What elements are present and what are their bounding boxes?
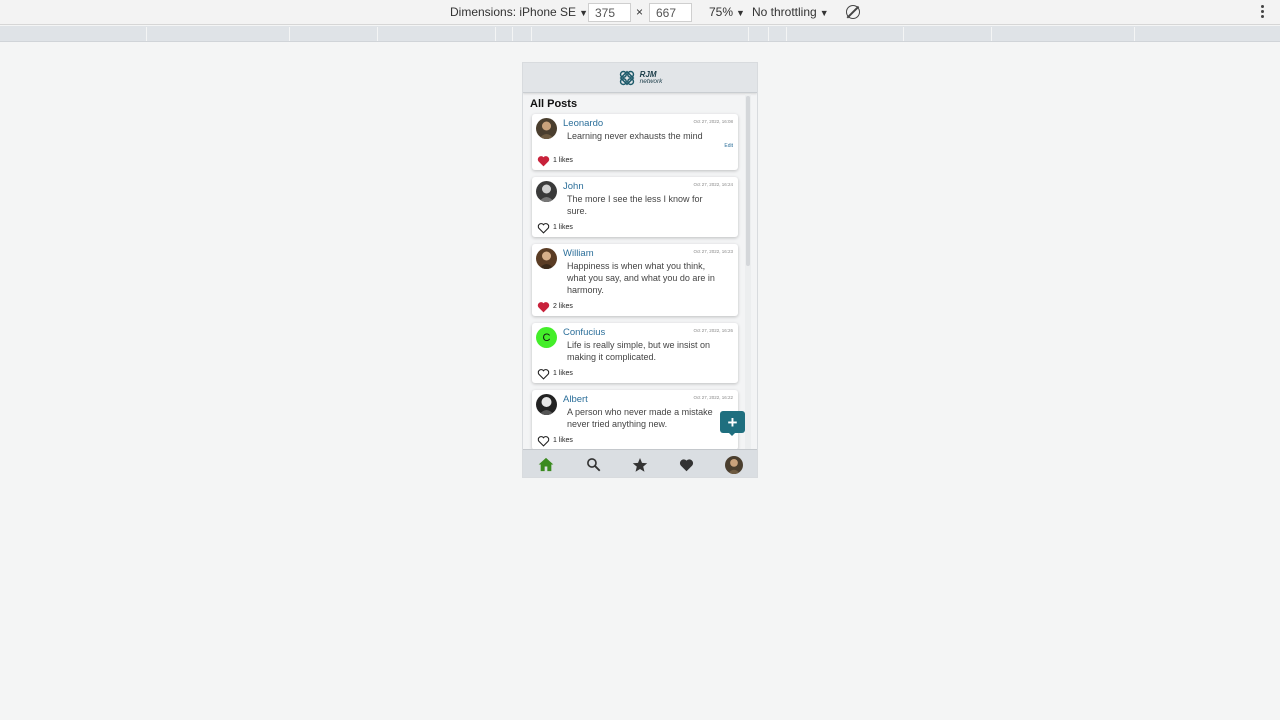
heart-icon — [680, 458, 694, 471]
feed-scrollbar[interactable] — [745, 94, 751, 449]
logo-text: RJM network — [639, 69, 663, 85]
post-text: Happiness is when what you think, what y… — [567, 261, 715, 295]
likes-row: 2 likes — [537, 300, 733, 313]
post-card: John Oct 27, 2022, 16:24 The more I see … — [532, 177, 738, 237]
post-date: Oct 27, 2022, 16:08 — [693, 119, 733, 124]
post-text: A person who never made a mistake never … — [567, 407, 713, 429]
more-options-icon[interactable] — [1261, 5, 1264, 20]
caret-down-icon: ▼ — [736, 8, 745, 18]
throttling-selector[interactable]: No throttling ▼ — [752, 5, 829, 19]
media-query-bar[interactable] — [0, 26, 1280, 42]
times-sign: × — [636, 5, 644, 19]
zoom-selector[interactable]: 75% ▼ — [709, 5, 745, 19]
logo-line1: RJM — [639, 69, 657, 79]
avatar[interactable] — [536, 181, 557, 202]
heart-outline-icon[interactable] — [537, 368, 550, 380]
nav-favorites[interactable] — [628, 453, 652, 477]
likes-row: 1 likes — [537, 154, 733, 167]
device-viewport: RJM network All Posts Leonardo Oct 27, 2… — [522, 62, 758, 478]
star-icon — [632, 457, 648, 472]
edit-link[interactable]: Edit — [537, 143, 733, 150]
likes-count: 1 likes — [553, 370, 573, 377]
nav-home[interactable] — [534, 453, 558, 477]
profile-avatar — [724, 455, 743, 474]
device-selector[interactable]: Dimensions: iPhone SE ▼ — [450, 5, 588, 19]
throttling-label: No throttling — [752, 5, 817, 19]
logo-line2: network — [639, 77, 663, 85]
network-logo-icon — [619, 70, 634, 85]
post-card: Leonardo Oct 27, 2022, 16:08 Learning ne… — [532, 114, 738, 170]
heart-outline-icon[interactable] — [537, 222, 550, 234]
plus-icon: + — [727, 412, 738, 432]
home-icon — [539, 457, 554, 472]
caret-down-icon: ▼ — [819, 8, 829, 18]
post-date: Oct 27, 2022, 16:23 — [693, 249, 733, 254]
avatar-letter: C — [542, 331, 551, 344]
new-post-button[interactable]: + — [720, 411, 745, 436]
post-card: Albert Oct 27, 2022, 16:22 A person who … — [532, 390, 738, 449]
avatar[interactable] — [536, 394, 557, 415]
nav-search[interactable] — [581, 453, 605, 477]
height-input[interactable] — [649, 3, 692, 22]
width-input[interactable] — [588, 3, 631, 22]
avatar[interactable] — [536, 118, 557, 139]
post-card: C Confucius Oct 27, 2022, 16:26 Life is … — [532, 323, 738, 383]
scroll-thumb[interactable] — [746, 96, 750, 266]
nav-liked[interactable] — [675, 453, 699, 477]
posts-feed[interactable]: All Posts Leonardo Oct 27, 2022, 16:08 L… — [523, 94, 747, 449]
avatar[interactable] — [536, 248, 557, 269]
post-date: Oct 27, 2022, 16:24 — [693, 182, 733, 187]
post-text: Life is really simple, but we insist on … — [567, 340, 711, 362]
rotate-icon[interactable] — [846, 5, 860, 19]
post-text: Learning never exhausts the mind — [567, 131, 703, 141]
post-date: Oct 27, 2022, 16:26 — [693, 328, 733, 333]
likes-row: 1 likes — [537, 434, 733, 447]
device-label: Dimensions: iPhone SE — [450, 5, 577, 19]
likes-count: 1 likes — [553, 224, 573, 231]
likes-count: 1 likes — [553, 437, 573, 444]
feed-title: All Posts — [530, 98, 578, 110]
app-header: RJM network — [523, 63, 757, 93]
likes-count: 2 likes — [553, 303, 573, 310]
likes-count: 1 likes — [553, 157, 573, 164]
bottom-nav — [523, 449, 757, 477]
post-card: William Oct 27, 2022, 16:23 Happiness is… — [532, 244, 738, 316]
likes-row: 1 likes — [537, 221, 733, 234]
heart-outline-icon[interactable] — [537, 435, 550, 447]
likes-row: 1 likes — [537, 367, 733, 380]
search-icon — [586, 458, 601, 472]
caret-down-icon: ▼ — [579, 8, 588, 18]
zoom-label: 75% — [709, 5, 734, 19]
devtools-toolbar: Dimensions: iPhone SE▼ × 75%▼ No throttl… — [0, 0, 1280, 25]
heart-filled-icon[interactable] — [537, 155, 550, 167]
nav-profile[interactable] — [722, 453, 746, 477]
heart-filled-icon[interactable] — [537, 301, 550, 313]
post-text: The more I see the less I know for sure. — [567, 194, 703, 216]
post-date: Oct 27, 2022, 16:22 — [693, 395, 733, 400]
avatar[interactable]: C — [536, 327, 557, 348]
